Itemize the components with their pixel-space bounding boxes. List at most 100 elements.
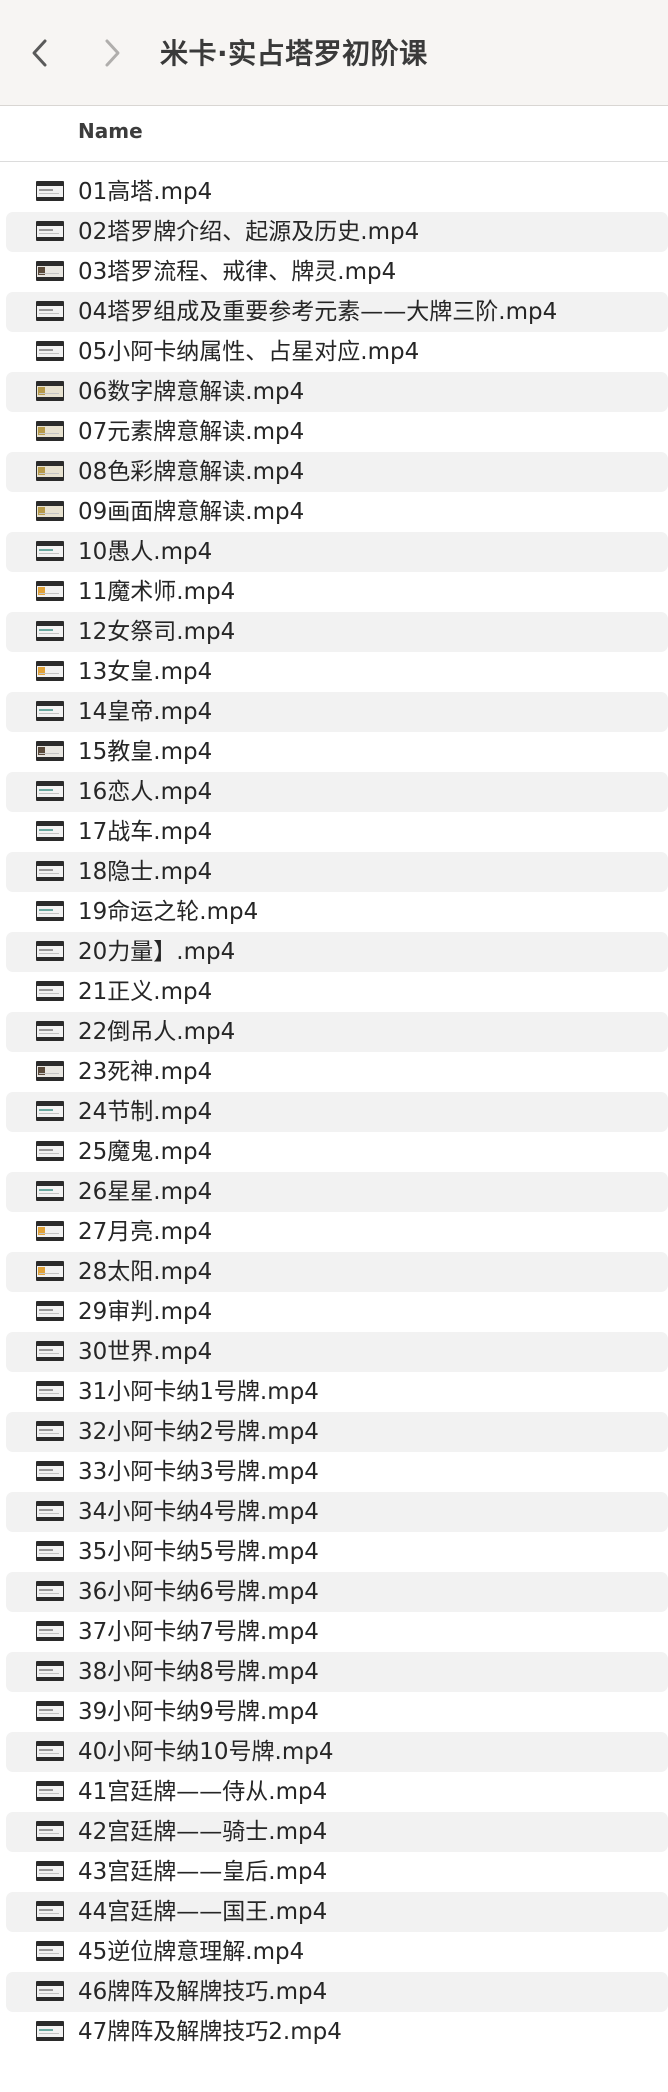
thumbnail-frame: [37, 266, 63, 277]
forward-button[interactable]: [92, 33, 132, 73]
file-row[interactable]: 01高塔.mp4: [0, 172, 668, 212]
thumbnail-frame: [37, 1786, 63, 1797]
file-row[interactable]: 39小阿卡纳9号牌.mp4: [0, 1692, 668, 1732]
video-thumbnail-icon: [36, 181, 64, 201]
video-thumbnail-icon: [36, 1581, 64, 1601]
file-name: 19命运之轮.mp4: [78, 899, 259, 925]
thumbnail-frame: [37, 1626, 63, 1637]
file-row[interactable]: 03塔罗流程、戒律、牌灵.mp4: [0, 252, 668, 292]
file-row[interactable]: 29审判.mp4: [0, 1292, 668, 1332]
file-row[interactable]: 05小阿卡纳属性、占星对应.mp4: [0, 332, 668, 372]
file-row[interactable]: 25魔鬼.mp4: [0, 1132, 668, 1172]
video-thumbnail-icon: [36, 1381, 64, 1401]
chevron-right-icon: [105, 39, 120, 67]
file-row[interactable]: 43宫廷牌——皇后.mp4: [0, 1852, 668, 1892]
video-thumbnail-icon: [36, 1421, 64, 1441]
thumbnail-frame: [37, 1866, 63, 1877]
video-thumbnail-icon: [36, 1901, 64, 1921]
file-name: 27月亮.mp4: [78, 1219, 213, 1245]
file-name: 44宫廷牌——国王.mp4: [78, 1899, 328, 1925]
video-thumbnail-icon: [36, 381, 64, 401]
file-row[interactable]: 13女皇.mp4: [0, 652, 668, 692]
file-row[interactable]: 26星星.mp4: [0, 1172, 668, 1212]
file-row[interactable]: 10愚人.mp4: [0, 532, 668, 572]
file-name: 42宫廷牌——骑士.mp4: [78, 1819, 328, 1845]
file-row[interactable]: 45逆位牌意理解.mp4: [0, 1932, 668, 1972]
file-row[interactable]: 11魔术师.mp4: [0, 572, 668, 612]
file-row[interactable]: 36小阿卡纳6号牌.mp4: [0, 1572, 668, 1612]
file-name: 35小阿卡纳5号牌.mp4: [78, 1539, 319, 1565]
file-name: 38小阿卡纳8号牌.mp4: [78, 1659, 319, 1685]
file-row[interactable]: 37小阿卡纳7号牌.mp4: [0, 1612, 668, 1652]
file-row[interactable]: 07元素牌意解读.mp4: [0, 412, 668, 452]
column-header-name[interactable]: Name: [78, 119, 143, 143]
file-row[interactable]: 15教皇.mp4: [0, 732, 668, 772]
file-name: 01高塔.mp4: [78, 179, 213, 205]
thumbnail-frame: [37, 1146, 63, 1157]
file-row[interactable]: 12女祭司.mp4: [0, 612, 668, 652]
video-thumbnail-icon: [36, 1221, 64, 1241]
thumbnail-frame: [37, 1986, 63, 1997]
thumbnail-frame: [37, 946, 63, 957]
file-row[interactable]: 09画面牌意解读.mp4: [0, 492, 668, 532]
video-thumbnail-icon: [36, 1261, 64, 1281]
video-thumbnail-icon: [36, 1621, 64, 1641]
thumbnail-frame: [37, 1346, 63, 1357]
thumbnail-frame: [37, 1906, 63, 1917]
file-row[interactable]: 41宫廷牌——侍从.mp4: [0, 1772, 668, 1812]
file-row[interactable]: 38小阿卡纳8号牌.mp4: [0, 1652, 668, 1692]
file-row[interactable]: 02塔罗牌介绍、起源及历史.mp4: [0, 212, 668, 252]
file-row[interactable]: 46牌阵及解牌技巧.mp4: [0, 1972, 668, 2012]
file-row[interactable]: 08色彩牌意解读.mp4: [0, 452, 668, 492]
file-name: 15教皇.mp4: [78, 739, 213, 765]
file-row[interactable]: 21正义.mp4: [0, 972, 668, 1012]
file-row[interactable]: 22倒吊人.mp4: [0, 1012, 668, 1052]
file-row[interactable]: 44宫廷牌——国王.mp4: [0, 1892, 668, 1932]
file-row[interactable]: 30世界.mp4: [0, 1332, 668, 1372]
file-row[interactable]: 28太阳.mp4: [0, 1252, 668, 1292]
file-row[interactable]: 17战车.mp4: [0, 812, 668, 852]
file-list: 01高塔.mp4 02塔罗牌介绍、起源及历史.mp4 03塔罗流程、戒律、牌灵.mp…: [0, 172, 668, 2052]
video-thumbnail-icon: [36, 1061, 64, 1081]
thumbnail-frame: [37, 426, 63, 437]
file-row[interactable]: 24节制.mp4: [0, 1092, 668, 1132]
video-thumbnail-icon: [36, 1541, 64, 1561]
file-row[interactable]: 33小阿卡纳3号牌.mp4: [0, 1452, 668, 1492]
video-thumbnail-icon: [36, 541, 64, 561]
file-row[interactable]: 34小阿卡纳4号牌.mp4: [0, 1492, 668, 1532]
video-thumbnail-icon: [36, 701, 64, 721]
file-row[interactable]: 31小阿卡纳1号牌.mp4: [0, 1372, 668, 1412]
video-thumbnail-icon: [36, 1461, 64, 1481]
file-name: 10愚人.mp4: [78, 539, 213, 565]
file-name: 24节制.mp4: [78, 1099, 213, 1125]
thumbnail-frame: [37, 186, 63, 197]
file-row[interactable]: 35小阿卡纳5号牌.mp4: [0, 1532, 668, 1572]
toolbar: 米卡·实占塔罗初阶课: [0, 0, 668, 106]
file-row[interactable]: 20力量】.mp4: [0, 932, 668, 972]
file-name: 39小阿卡纳9号牌.mp4: [78, 1699, 319, 1725]
file-row[interactable]: 06数字牌意解读.mp4: [0, 372, 668, 412]
file-name: 36小阿卡纳6号牌.mp4: [78, 1579, 319, 1605]
file-row[interactable]: 16恋人.mp4: [0, 772, 668, 812]
video-thumbnail-icon: [36, 1981, 64, 2001]
back-button[interactable]: [20, 33, 60, 73]
thumbnail-frame: [37, 746, 63, 757]
thumbnail-frame: [37, 666, 63, 677]
file-row[interactable]: 27月亮.mp4: [0, 1212, 668, 1252]
file-row[interactable]: 04塔罗组成及重要参考元素——大牌三阶.mp4: [0, 292, 668, 332]
file-name: 04塔罗组成及重要参考元素——大牌三阶.mp4: [78, 299, 558, 325]
thumbnail-frame: [37, 586, 63, 597]
file-row[interactable]: 40小阿卡纳10号牌.mp4: [0, 1732, 668, 1772]
file-row[interactable]: 47牌阵及解牌技巧2.mp4: [0, 2012, 668, 2052]
file-row[interactable]: 18隐士.mp4: [0, 852, 668, 892]
file-row[interactable]: 32小阿卡纳2号牌.mp4: [0, 1412, 668, 1452]
file-name: 32小阿卡纳2号牌.mp4: [78, 1419, 319, 1445]
file-row[interactable]: 23死神.mp4: [0, 1052, 668, 1092]
thumbnail-frame: [37, 1466, 63, 1477]
file-row[interactable]: 14皇帝.mp4: [0, 692, 668, 732]
file-row[interactable]: 19命运之轮.mp4: [0, 892, 668, 932]
file-name: 09画面牌意解读.mp4: [78, 499, 305, 525]
file-name: 21正义.mp4: [78, 979, 213, 1005]
video-thumbnail-icon: [36, 1141, 64, 1161]
file-row[interactable]: 42宫廷牌——骑士.mp4: [0, 1812, 668, 1852]
